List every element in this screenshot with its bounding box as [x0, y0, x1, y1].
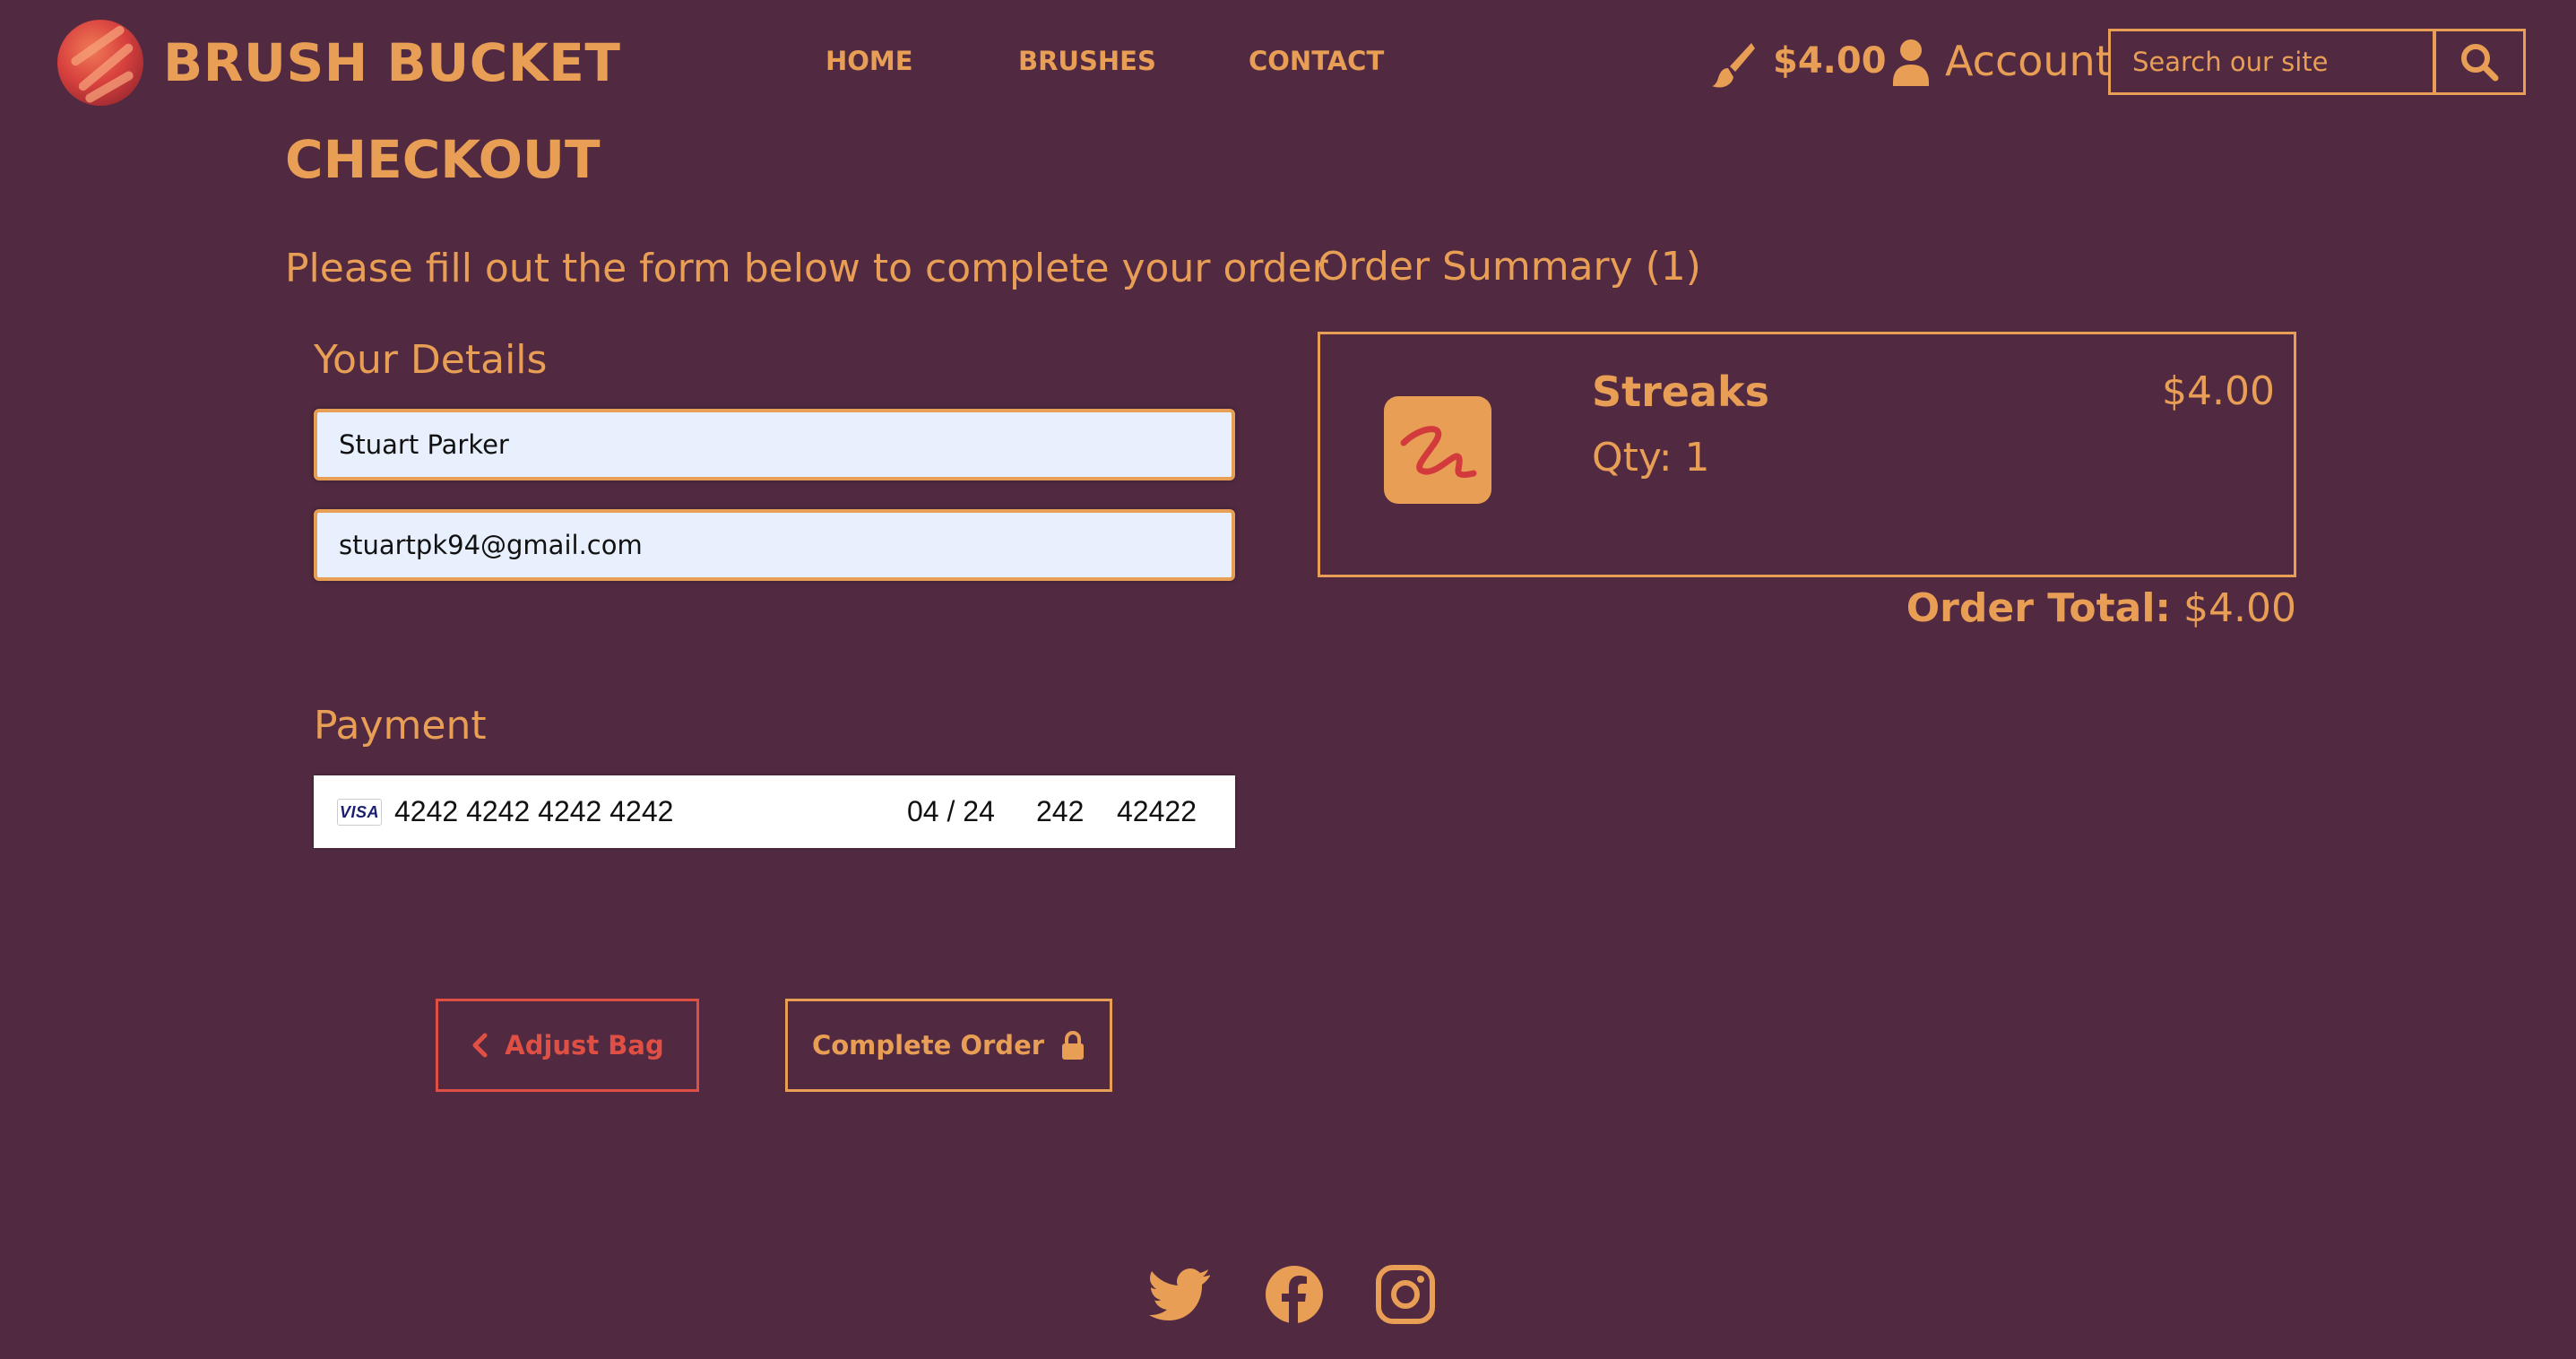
card-element[interactable]: VISA 4242 4242 4242 4242 04 / 24 242 424…	[314, 775, 1235, 848]
lock-icon	[1062, 1031, 1085, 1060]
summary-heading: Order Summary (1)	[1318, 244, 1701, 290]
card-expiry[interactable]: 04 / 24	[907, 793, 995, 829]
bag-total[interactable]: $4.00	[1773, 36, 1887, 86]
product-thumbnail	[1384, 396, 1491, 504]
order-total-value: $4.00	[2183, 585, 2296, 631]
card-cvc[interactable]: 242	[1036, 793, 1084, 829]
item-qty: Qty: 1	[1592, 435, 1710, 480]
nav-contact[interactable]: CONTACT	[1249, 43, 1384, 79]
instagram-icon[interactable]	[1375, 1264, 1436, 1325]
nav-home[interactable]: HOME	[826, 43, 913, 79]
item-price: $4.00	[2162, 368, 2275, 414]
card-number[interactable]: 4242 4242 4242 4242	[394, 793, 673, 829]
payment-heading: Payment	[314, 703, 487, 749]
brand-name[interactable]: BRUSH BUCKET	[163, 27, 620, 99]
order-total: Order Total: $4.00	[1882, 579, 2296, 638]
item-name: Streaks	[1592, 368, 1770, 416]
paintbrush-icon[interactable]	[1712, 39, 1755, 90]
search-input[interactable]	[2108, 29, 2436, 95]
twitter-icon[interactable]	[1149, 1264, 1210, 1325]
streak-brush-image	[1400, 426, 1477, 478]
email-field[interactable]	[314, 509, 1235, 581]
card-postal[interactable]: 42422	[1117, 793, 1197, 829]
page-title: CHECKOUT	[285, 129, 601, 190]
adjust-bag-button[interactable]: Adjust Bag	[436, 999, 699, 1092]
chevron-left-icon	[472, 1033, 488, 1058]
complete-order-label: Complete Order	[811, 1030, 1045, 1060]
order-total-label: Order Total:	[1906, 585, 2172, 631]
nav-brushes[interactable]: BRUSHES	[1018, 43, 1156, 79]
details-heading: Your Details	[314, 337, 548, 383]
full-name-field[interactable]	[314, 409, 1235, 480]
user-icon[interactable]	[1893, 38, 1929, 86]
form-intro: Please fill out the form below to comple…	[285, 246, 1328, 291]
complete-order-button[interactable]: Complete Order	[785, 999, 1112, 1092]
search-icon	[2461, 44, 2499, 82]
adjust-bag-label: Adjust Bag	[505, 1030, 664, 1060]
account-link[interactable]: Account	[1945, 32, 2112, 90]
facebook-icon[interactable]	[1264, 1264, 1325, 1325]
visa-icon: VISA	[337, 799, 382, 826]
brush-bucket-logo[interactable]	[57, 20, 143, 106]
search-button[interactable]	[2433, 29, 2526, 95]
